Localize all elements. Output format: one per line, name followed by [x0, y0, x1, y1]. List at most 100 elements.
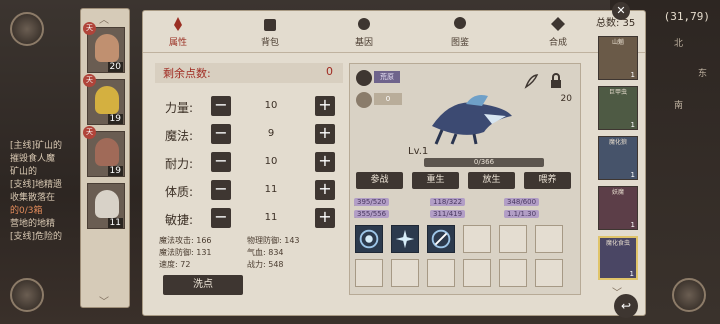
player-avatar[interactable] [10, 12, 44, 46]
roster-pet-count: 1 [629, 270, 634, 278]
attribute-icon [174, 17, 182, 31]
increase-button[interactable]: + [315, 96, 335, 116]
stat-row-endurance: 耐力: − 10 + [155, 151, 343, 173]
tab-label: 基因 [354, 38, 373, 48]
stat-row-constitution: 体质: − 11 + [155, 179, 343, 201]
decrease-button[interactable]: − [211, 124, 231, 144]
roster-pet[interactable]: 妖魔 1 [598, 186, 638, 230]
roster-pet-selected[interactable]: 魔化食虫 1 [598, 236, 638, 280]
skill-slot[interactable] [391, 225, 419, 253]
portrait-icon [95, 34, 119, 62]
roster-pet[interactable]: 魔化狼 1 [598, 136, 638, 180]
return-arrow-button[interactable]: ↩ [614, 294, 638, 318]
tab-bar: 属性 背包 基因 图鉴 合成 [143, 11, 645, 53]
increase-button[interactable]: + [315, 124, 335, 144]
skill-slot[interactable] [427, 225, 455, 253]
chat-avatar-left[interactable] [10, 278, 44, 312]
chevron-down-icon[interactable]: ﹀ [99, 293, 109, 308]
compass-east: 东 [698, 69, 708, 79]
decrease-button[interactable]: − [211, 96, 231, 116]
increase-button[interactable]: + [315, 180, 335, 200]
stat-row-strength: 力量: − 10 + [155, 95, 343, 117]
skill-slot-empty[interactable] [463, 259, 491, 287]
stat-row-magic: 魔法: − 9 + [155, 123, 343, 145]
party-member[interactable]: 天 19 [83, 74, 125, 125]
attribute-points-panel: 剩余点数: 0 力量: − 10 + 魔法: − 9 + 耐力: − 10 + … [155, 63, 343, 307]
list-icon[interactable] [356, 70, 372, 86]
stat-label: 体质: [165, 185, 194, 199]
remaining-points-label: 剩余点数: [163, 67, 211, 80]
stat-value: 9 [267, 128, 275, 139]
chat-avatar-right[interactable] [672, 278, 706, 312]
roster-pet-name: 山魈 [611, 39, 624, 46]
roster-pet[interactable]: 山魈 1 [598, 36, 638, 80]
tab-gene[interactable]: 基因 [339, 15, 389, 48]
skill-slot-empty[interactable] [355, 259, 383, 287]
skill-slot-empty[interactable] [499, 225, 527, 253]
party-member[interactable]: 11 [87, 183, 125, 229]
decrease-button[interactable]: − [211, 180, 231, 200]
tab-backpack[interactable]: 背包 [245, 15, 295, 48]
reset-points-button[interactable]: 洗点 [163, 275, 243, 295]
tab-synthesis[interactable]: 合成 [533, 15, 583, 48]
magic-attack: 魔法攻击: 166 [159, 236, 212, 245]
rank-badge: 天 [83, 126, 96, 139]
roster-pet[interactable]: 巨甲虫 1 [598, 86, 638, 130]
roster-pet-name: 魔化狼 [608, 139, 627, 146]
skill-slot-empty[interactable] [499, 259, 527, 287]
tab-label: 合成 [548, 38, 567, 48]
gene-icon [358, 18, 370, 30]
release-button[interactable]: 放生 [468, 172, 515, 189]
party-column: ︿ 天 20 天 19 天 19 11 ﹀ [80, 8, 130, 308]
starburst-skill-icon [395, 229, 415, 249]
skill-slot-empty[interactable] [391, 259, 419, 287]
rank-badge: 天 [83, 74, 96, 87]
compass-north: 北 [674, 39, 684, 49]
stat-label: 魔法: [165, 129, 194, 143]
party-member[interactable]: 天 19 [83, 126, 125, 177]
feather-icon[interactable] [522, 72, 540, 90]
combat-power: 战力: 548 [247, 260, 284, 269]
roster-pet-count: 1 [630, 71, 635, 79]
slash-skill-icon [431, 229, 451, 249]
skill-slot-empty[interactable] [535, 225, 563, 253]
quest-line: [支线]危险的 [10, 232, 63, 242]
magic-defense: 魔法防御: 131 [159, 248, 212, 257]
speed: 速度: 72 [159, 260, 191, 269]
exp-bar: 0/366 [424, 158, 544, 167]
skill-slot-empty[interactable] [463, 225, 491, 253]
feed-button[interactable]: 喂养 [524, 172, 571, 189]
tab-attributes[interactable]: 属性 [153, 15, 203, 48]
lock-icon[interactable] [548, 72, 564, 90]
party-member[interactable]: 天 20 [83, 22, 125, 73]
portrait-icon [95, 190, 119, 218]
stat-value: 10 [264, 156, 278, 167]
rank-badge: 天 [83, 22, 96, 35]
skill-slot-empty[interactable] [535, 259, 563, 287]
party-member-level: 19 [107, 166, 123, 176]
stat-label: 力量: [165, 101, 194, 115]
stat-row-agility: 敏捷: − 11 + [155, 207, 343, 229]
tab-label: 图鉴 [450, 38, 469, 48]
portrait-icon [95, 86, 119, 114]
increase-button[interactable]: + [315, 208, 335, 228]
tab-codex[interactable]: 图鉴 [435, 15, 485, 48]
tab-label: 背包 [260, 38, 279, 48]
character-panel: 属性 背包 基因 图鉴 合成 剩余点数: 0 力量: − 10 + 魔法: − … [142, 10, 646, 316]
stat-value: 10 [264, 100, 278, 111]
chevron-up-icon[interactable]: ︿ [99, 11, 109, 26]
quest-line: [支线]地精遗 [10, 180, 63, 190]
decrease-button[interactable]: − [211, 208, 231, 228]
rebirth-button[interactable]: 重生 [412, 172, 459, 189]
skill-slot-empty[interactable] [427, 259, 455, 287]
decrease-button[interactable]: − [211, 152, 231, 172]
remaining-points-value: 0 [326, 65, 333, 78]
pet-name: 荒原 [374, 71, 400, 83]
deploy-button[interactable]: 参战 [356, 172, 403, 189]
quest-line: 摧毁食人魔 [10, 154, 56, 164]
crown-icon [356, 92, 372, 108]
quest-log[interactable]: [主线]矿山的 摧毁食人魔 矿山的 [支线]地精遗 收集散落在 的0/3箱 营地… [10, 140, 80, 244]
skill-slot[interactable] [355, 225, 383, 253]
backpack-icon [264, 19, 276, 31]
increase-button[interactable]: + [315, 152, 335, 172]
